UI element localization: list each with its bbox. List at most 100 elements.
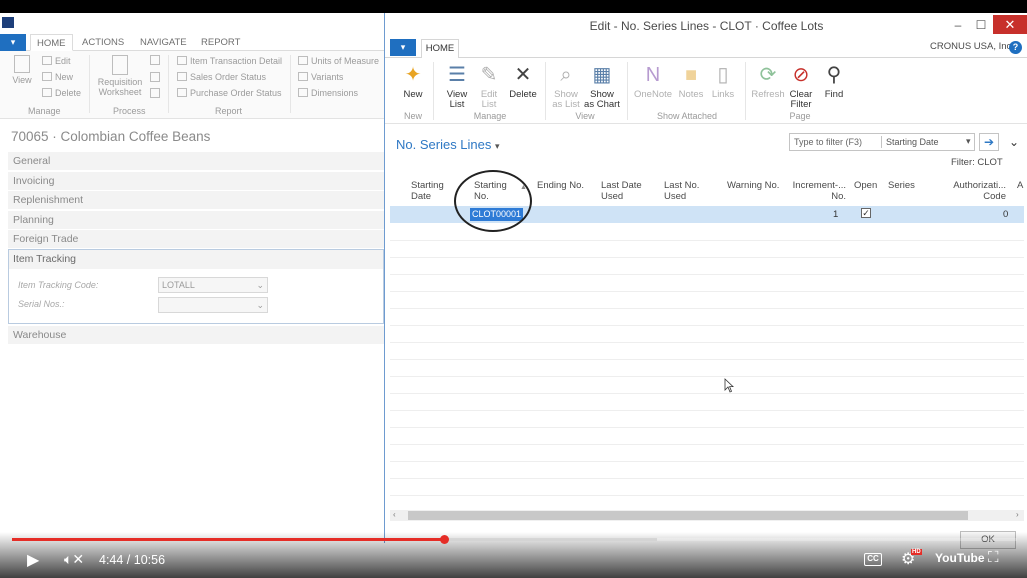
- authorization-code-cell[interactable]: 0: [1003, 209, 1008, 220]
- youtube-logo[interactable]: YouTube: [935, 551, 985, 565]
- row-line: [390, 257, 1024, 258]
- tab-report[interactable]: REPORT: [201, 34, 240, 51]
- units-icon: [298, 56, 308, 65]
- fasttab-replenishment[interactable]: Replenishment: [8, 191, 384, 210]
- filter-box[interactable]: Type to filter (F3) Starting Date ▾: [789, 133, 975, 151]
- divider: [433, 62, 434, 120]
- dimensions-icon: [298, 88, 308, 97]
- apply-filter-arrow-icon[interactable]: ➔: [979, 133, 999, 151]
- show-as-chart-button[interactable]: ▦ Show as Chart: [584, 62, 620, 110]
- item-tracking-code-select[interactable]: LOTALL ⌄: [158, 277, 268, 293]
- edit-button[interactable]: Edit: [42, 54, 71, 68]
- small-action-icon[interactable]: [150, 72, 160, 82]
- new-button[interactable]: New: [42, 70, 73, 84]
- delete-button[interactable]: ✕ Delete: [507, 62, 539, 100]
- dimensions-button[interactable]: Dimensions: [298, 86, 358, 100]
- group-label-page: Page: [789, 111, 811, 121]
- col-authorization-code[interactable]: Authorizati... Code: [950, 180, 1006, 202]
- find-button[interactable]: ⚲ Find: [821, 62, 847, 100]
- requisition-worksheet-button[interactable]: Requisition Worksheet: [95, 55, 145, 97]
- tab-navigate[interactable]: NAVIGATE: [140, 34, 187, 51]
- small-action-icon[interactable]: [150, 55, 160, 65]
- new-icon: ✦: [404, 64, 422, 86]
- col-increment-by-no[interactable]: Increment-... No.: [792, 180, 846, 202]
- scroll-right-icon[interactable]: ›: [1016, 510, 1019, 519]
- help-icon[interactable]: ?: [1009, 41, 1022, 54]
- horizontal-scrollbar[interactable]: ‹ ›: [390, 510, 1024, 521]
- mute-icon[interactable]: 🔈︎✕: [64, 551, 84, 568]
- row-line: [390, 376, 1024, 377]
- view-list-button[interactable]: ☰ View List: [443, 62, 471, 110]
- edit-list-button[interactable]: ✎ Edit List: [475, 62, 503, 110]
- notes-button[interactable]: ■ Notes: [677, 62, 705, 100]
- delete-button[interactable]: Delete: [42, 86, 81, 100]
- notes-icon: ■: [684, 64, 698, 86]
- fullscreen-icon[interactable]: ⛶: [988, 549, 999, 566]
- app-menu-button[interactable]: ▾: [390, 39, 416, 56]
- view-list-icon: ☰: [448, 64, 466, 86]
- tab-home[interactable]: HOME: [30, 34, 73, 51]
- group-label-manage: Manage: [28, 106, 61, 116]
- fasttab-foreign-trade[interactable]: Foreign Trade: [8, 230, 384, 249]
- filter-input[interactable]: Type to filter (F3): [794, 137, 862, 147]
- col-last-no-used[interactable]: Last No. Used: [664, 180, 704, 202]
- back-title-bar: [0, 13, 388, 33]
- fasttab-invoicing[interactable]: Invoicing: [8, 172, 384, 191]
- refresh-icon: ⟳: [759, 64, 777, 86]
- filter-field-select[interactable]: Starting Date: [886, 137, 939, 147]
- col-warning-no[interactable]: Warning No.: [727, 180, 787, 191]
- new-button[interactable]: ✦ New: [399, 62, 427, 100]
- window-title-bar: Edit - No. Series Lines - CLOT · Coffee …: [385, 13, 1027, 38]
- chevron-down-icon: ⌄: [256, 280, 264, 290]
- small-action-icon[interactable]: [150, 88, 160, 98]
- progress-played[interactable]: [12, 538, 446, 541]
- refresh-button[interactable]: ⟳ Refresh: [751, 62, 785, 100]
- item-transaction-detail-button[interactable]: Item Transaction Detail: [177, 54, 282, 68]
- fasttab-general[interactable]: General: [8, 152, 384, 171]
- increment-cell[interactable]: 1: [833, 209, 838, 220]
- no-series-lines-window: Edit - No. Series Lines - CLOT · Coffee …: [384, 13, 1027, 549]
- units-of-measure-button[interactable]: Units of Measure: [298, 54, 379, 68]
- col-open[interactable]: Open: [854, 180, 877, 191]
- col-series[interactable]: Series: [888, 180, 915, 191]
- view-button[interactable]: View: [11, 55, 33, 86]
- tab-actions[interactable]: ACTIONS: [82, 34, 124, 51]
- fasttab-planning[interactable]: Planning: [8, 211, 384, 230]
- minimize-icon[interactable]: –: [947, 16, 969, 34]
- progress-scrubber[interactable]: [440, 535, 449, 544]
- captions-icon[interactable]: CC: [864, 553, 882, 566]
- group-label-view: View: [575, 111, 595, 121]
- maximize-icon[interactable]: ☐: [970, 16, 992, 34]
- fasttab-item-tracking[interactable]: Item Tracking: [9, 250, 383, 269]
- purchase-order-status-button[interactable]: Purchase Order Status: [177, 86, 282, 100]
- app-menu-button[interactable]: ▾: [0, 34, 26, 51]
- close-icon[interactable]: ✕: [993, 15, 1027, 34]
- tab-home[interactable]: HOME: [421, 39, 459, 59]
- row-line: [390, 342, 1024, 343]
- mouse-cursor-icon: [724, 378, 734, 393]
- page-title[interactable]: No. Series Lines ▾: [396, 137, 500, 152]
- row-line: [390, 393, 1024, 394]
- scroll-left-icon[interactable]: ‹: [393, 510, 396, 519]
- col-a[interactable]: A: [1017, 180, 1023, 191]
- col-starting-date[interactable]: Starting Date: [411, 180, 451, 202]
- variants-button[interactable]: Variants: [298, 70, 343, 84]
- links-button[interactable]: ▯ Links: [710, 62, 736, 100]
- scrollbar-thumb[interactable]: [408, 511, 968, 520]
- show-as-list-button[interactable]: ⌕ Show as List: [551, 62, 581, 110]
- show-as-list-icon: ⌕: [560, 64, 572, 86]
- worksheet-icon: [112, 55, 128, 75]
- edit-list-icon: ✎: [480, 64, 498, 86]
- serial-nos-select[interactable]: ⌄: [158, 297, 268, 313]
- fasttab-warehouse[interactable]: Warehouse: [8, 326, 384, 345]
- sales-order-status-button[interactable]: Sales Order Status: [177, 70, 266, 84]
- onenote-button[interactable]: N OneNote: [634, 62, 672, 100]
- play-icon[interactable]: ▶: [27, 550, 39, 570]
- clear-filter-button[interactable]: ⊘ Clear Filter: [787, 62, 815, 110]
- annotation-circle: [454, 170, 532, 232]
- open-checkbox[interactable]: ✓: [861, 208, 871, 218]
- col-last-date-used[interactable]: Last Date Used: [601, 180, 645, 202]
- col-ending-no[interactable]: Ending No.: [537, 180, 587, 191]
- row-line: [390, 274, 1024, 275]
- chevron-down-icon[interactable]: ⌄: [1009, 135, 1019, 149]
